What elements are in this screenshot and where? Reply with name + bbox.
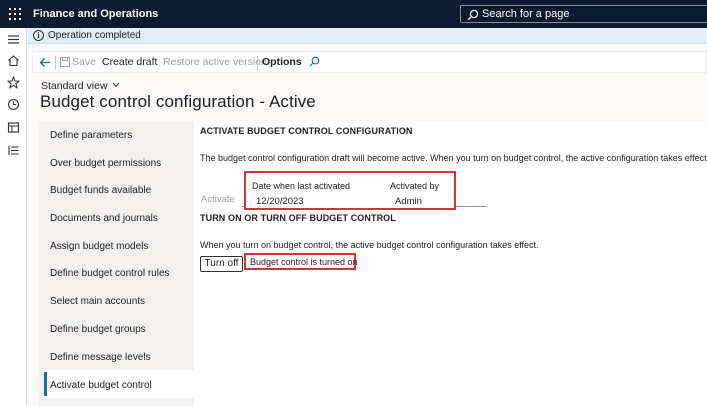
activate-button[interactable]: Activate	[201, 194, 235, 205]
date-last-activated-label: Date when last activated	[252, 181, 351, 191]
nav-item-budget-funds-available[interactable]: Budget funds available	[50, 185, 151, 196]
view-selector[interactable]: Standard view	[41, 80, 120, 92]
status-highlight-box: Budget control is turned on	[244, 253, 358, 270]
onoff-section-description: When you turn on budget control, the act…	[200, 240, 539, 250]
last-activated-highlight-box: Date when last activated 12/20/2023 Acti…	[244, 171, 456, 210]
workspaces-icon[interactable]	[7, 121, 20, 134]
date-last-activated-value: 12/20/2023	[256, 196, 304, 207]
app-launcher-icon[interactable]	[9, 8, 21, 20]
restore-active-version-button[interactable]: Restore active version	[163, 56, 267, 68]
onoff-section-heading: TURN ON OR TURN OFF BUDGET CONTROL	[200, 213, 396, 223]
search-icon	[467, 9, 479, 21]
favorites-star-icon[interactable]	[7, 76, 20, 89]
search-placeholder: Search for a page	[482, 8, 570, 20]
toolbar-divider	[55, 56, 56, 70]
configuration-steps-nav: Define parameters Over budget permission…	[39, 121, 194, 406]
search-icon[interactable]	[309, 56, 320, 67]
main-content: ACTIVATE BUDGET CONTROL CONFIGURATION Th…	[194, 121, 707, 406]
nav-item-define-budget-groups[interactable]: Define budget groups	[50, 324, 146, 335]
home-icon[interactable]	[7, 54, 20, 67]
nav-item-define-parameters[interactable]: Define parameters	[50, 130, 132, 141]
hamburger-menu-icon[interactable]	[7, 33, 20, 46]
modules-list-icon[interactable]	[7, 144, 20, 157]
recent-clock-icon[interactable]	[7, 98, 20, 111]
search-input[interactable]: Search for a page	[460, 5, 707, 23]
action-pane: Save Create draft Restore active version…	[32, 51, 707, 73]
turn-off-button[interactable]: Turn off	[200, 256, 243, 272]
nav-item-activate-budget-control[interactable]: Activate budget control	[50, 380, 152, 391]
nav-item-define-budget-control-rules[interactable]: Define budget control rules	[50, 268, 170, 279]
nav-item-define-message-levels[interactable]: Define message levels	[50, 352, 151, 363]
navigation-rail	[0, 28, 27, 406]
activate-section-heading: ACTIVATE BUDGET CONTROL CONFIGURATION	[200, 126, 413, 136]
nav-item-assign-budget-models[interactable]: Assign budget models	[50, 241, 148, 252]
info-icon: i	[33, 30, 44, 41]
budget-control-status: Budget control is turned on	[250, 257, 358, 267]
message-text: Operation completed	[48, 30, 141, 41]
nav-item-over-budget-permissions[interactable]: Over budget permissions	[50, 158, 161, 169]
app-title: Finance and Operations	[33, 8, 159, 20]
nav-item-documents-and-journals[interactable]: Documents and journals	[50, 213, 158, 224]
active-step-indicator	[44, 372, 47, 396]
activate-section-description: The budget control configuration draft w…	[200, 153, 707, 163]
create-draft-button[interactable]: Create draft	[102, 56, 157, 68]
chevron-down-icon	[113, 82, 120, 88]
activated-by-label: Activated by	[390, 181, 440, 191]
options-tab[interactable]: Options	[262, 56, 302, 68]
save-button[interactable]: Save	[72, 56, 96, 68]
toolbar-divider	[257, 56, 258, 70]
nav-item-select-main-accounts[interactable]: Select main accounts	[50, 296, 145, 307]
page-title: Budget control configuration - Active	[40, 92, 316, 111]
activated-by-value: Admin	[395, 196, 422, 207]
top-bar: Finance and Operations Search for a page	[0, 0, 707, 28]
back-arrow-icon[interactable]	[39, 57, 51, 68]
view-label: Standard view	[41, 80, 108, 92]
message-bar: i Operation completed	[28, 28, 707, 44]
save-icon	[60, 57, 70, 67]
